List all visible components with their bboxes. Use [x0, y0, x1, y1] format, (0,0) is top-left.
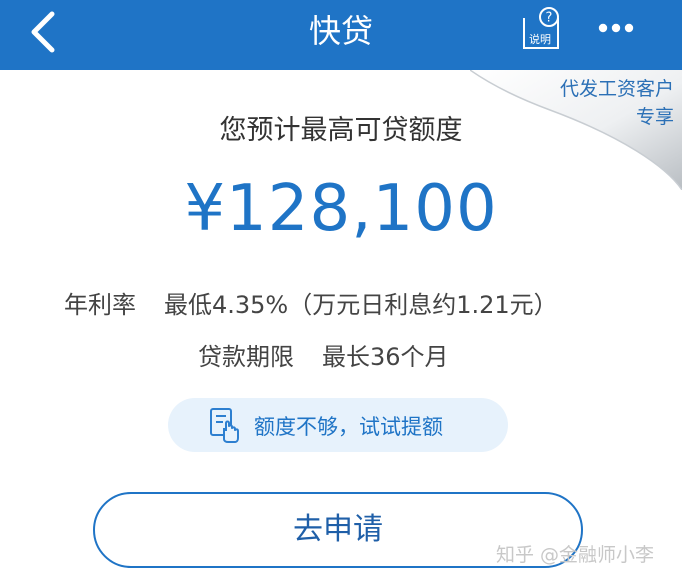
term-value: 最长36个月 [322, 343, 449, 371]
credit-limit-amount: ¥128,100 [184, 172, 498, 246]
more-button[interactable] [592, 10, 642, 50]
vip-badge-line1: 代发工资客户 [559, 78, 674, 100]
tap-document-icon [210, 408, 239, 443]
raise-limit-button[interactable]: 额度不够，试试提额 [168, 398, 508, 452]
credit-limit-subtitle: 您预计最高可贷额度 [219, 115, 463, 146]
help-button[interactable]: ? 说明 [516, 6, 564, 54]
app-header: 快贷 ? 说明 [0, 0, 682, 70]
help-label: 说明 [529, 33, 551, 46]
loan-term-row: 贷款期限 最长36个月 [198, 337, 449, 372]
rate-value: 最低4.35%（万元日利息约1.21元） [164, 291, 558, 319]
svg-text:?: ? [546, 11, 553, 26]
rate-label: 年利率 [64, 291, 136, 319]
raise-limit-text: 额度不够，试试提额 [254, 415, 443, 439]
watermark: 知乎 @金融师小李 [496, 544, 655, 566]
more-dots-icon [598, 23, 634, 33]
term-label: 贷款期限 [198, 343, 294, 371]
page-title: 快贷 [308, 12, 373, 50]
interest-rate-row: 年利率 最低4.35%（万元日利息约1.21元） [64, 285, 558, 320]
